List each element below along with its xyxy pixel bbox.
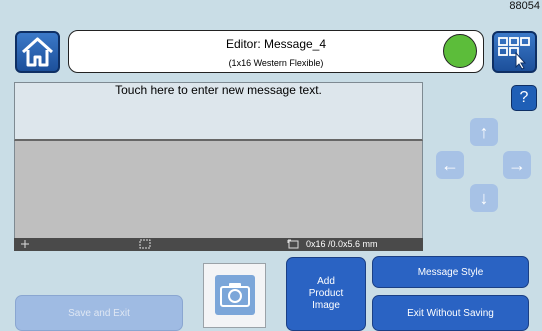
size-icon bbox=[287, 239, 299, 251]
arrow-right-icon: → bbox=[508, 154, 526, 175]
arrow-down-button[interactable]: ↓ bbox=[470, 184, 498, 212]
add-product-image-label: Add Product Image bbox=[308, 276, 344, 311]
camera-icon bbox=[215, 275, 255, 315]
home-button[interactable] bbox=[15, 31, 60, 73]
page-subtitle: (1x16 Western Flexible) bbox=[228, 58, 324, 68]
message-style-button[interactable]: Message Style bbox=[372, 256, 529, 288]
move-icon bbox=[20, 238, 30, 252]
message-style-label: Message Style bbox=[417, 266, 484, 278]
message-text-area[interactable]: Touch here to enter new message text. bbox=[14, 82, 423, 141]
arrow-down-icon: ↓ bbox=[479, 187, 489, 208]
message-canvas[interactable] bbox=[14, 141, 423, 238]
message-dimensions: 0x16 /0.0x5.6 mm bbox=[306, 239, 378, 249]
editor-header: Editor: Message_4 (1x16 Western Flexible… bbox=[68, 30, 484, 73]
arrow-right-button[interactable]: → bbox=[503, 151, 531, 179]
add-product-image-button[interactable]: Add Product Image bbox=[286, 257, 366, 331]
select-region-icon bbox=[139, 239, 151, 251]
save-and-exit-button[interactable]: Save and Exit bbox=[15, 295, 183, 331]
page-title: Editor: Message_4 bbox=[225, 37, 327, 51]
status-indicator bbox=[443, 34, 477, 68]
editor-status-bar: 0x16 /0.0x5.6 mm bbox=[14, 238, 423, 251]
help-button[interactable]: ? bbox=[511, 85, 537, 111]
help-icon: ? bbox=[519, 89, 529, 106]
arrow-left-icon: ← bbox=[441, 154, 459, 175]
screen-id: 88054 bbox=[509, 0, 540, 12]
arrow-up-button[interactable]: ↑ bbox=[470, 118, 498, 146]
arrow-left-button[interactable]: ← bbox=[436, 151, 464, 179]
exit-without-saving-label: Exit Without Saving bbox=[407, 307, 494, 319]
home-icon bbox=[17, 37, 58, 75]
exit-without-saving-button[interactable]: Exit Without Saving bbox=[372, 295, 529, 331]
keypad-pointer-icon bbox=[494, 37, 535, 75]
arrow-up-icon: ↑ bbox=[479, 121, 489, 142]
save-and-exit-label: Save and Exit bbox=[68, 307, 130, 319]
product-image-preview[interactable] bbox=[203, 263, 266, 328]
message-text-hint: Touch here to enter new message text. bbox=[115, 83, 322, 97]
keypad-button[interactable] bbox=[492, 31, 537, 73]
